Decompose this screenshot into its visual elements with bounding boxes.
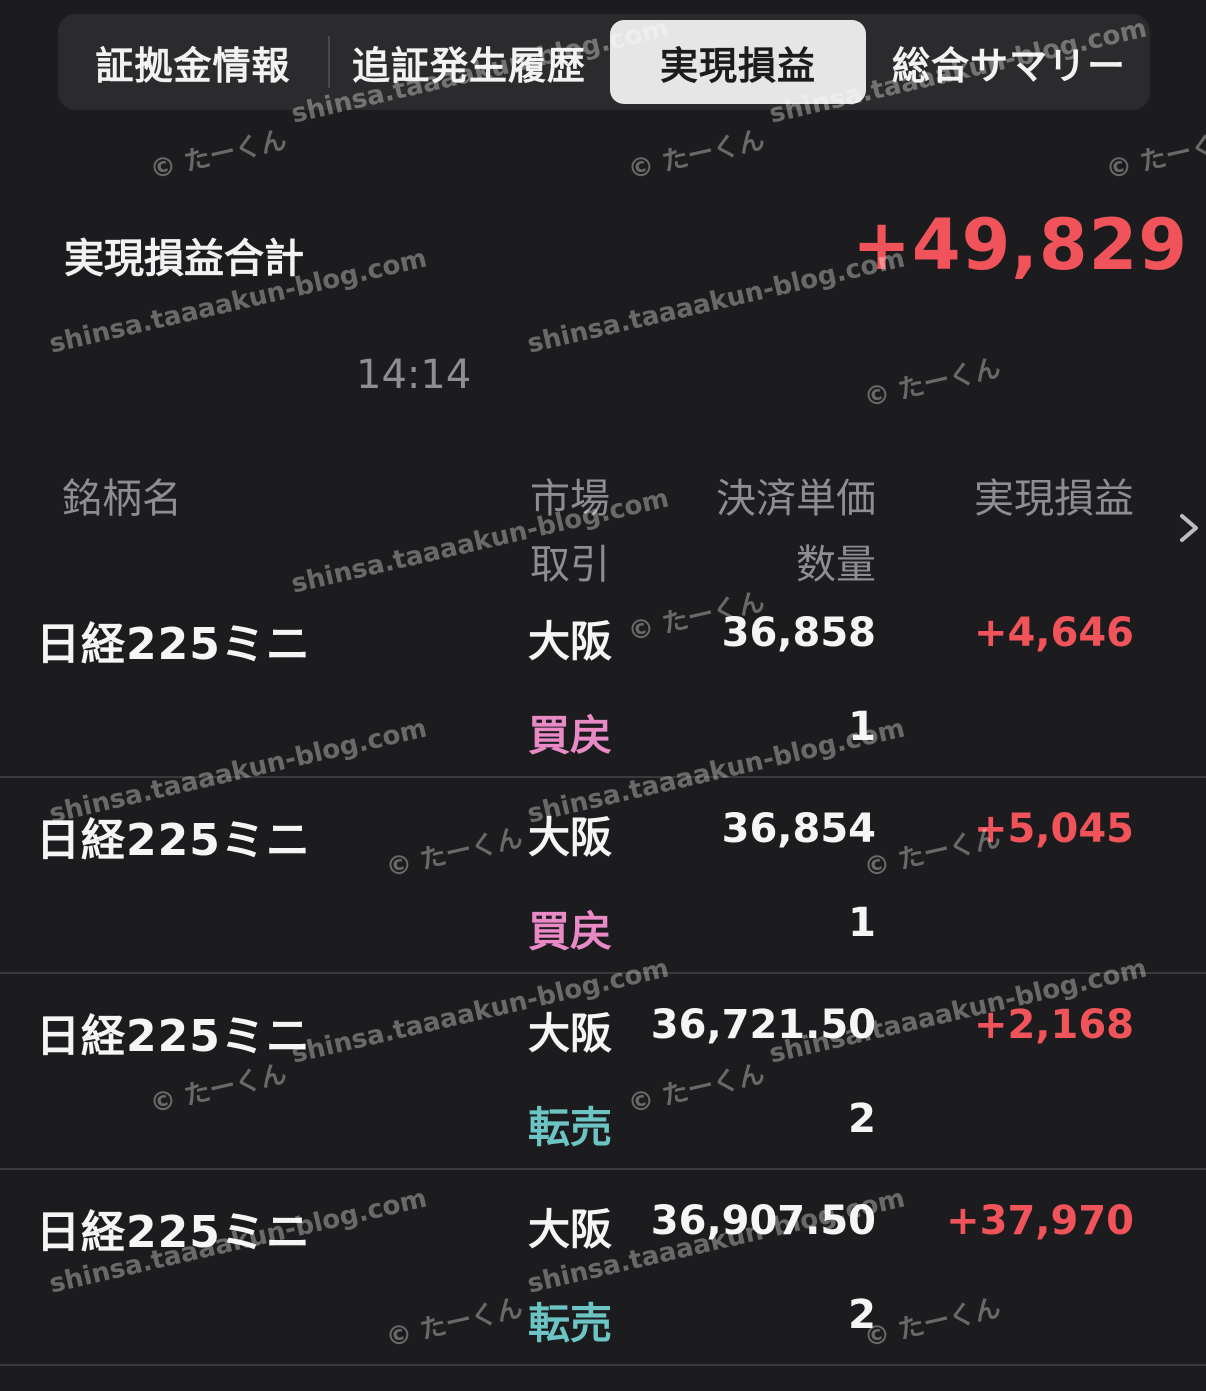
row-divider — [0, 1364, 1206, 1366]
instrument-name: 日経225ミニ — [36, 1207, 311, 1258]
market-name: 大阪 — [528, 617, 613, 666]
realized-pnl: +4,646 — [973, 610, 1134, 656]
quantity: 2 — [848, 1292, 876, 1338]
tab-overall-summary[interactable]: 総合サマリー — [868, 14, 1150, 110]
quantity: 1 — [848, 704, 876, 750]
instrument-name: 日経225ミニ — [36, 815, 311, 866]
market-name: 大阪 — [528, 1205, 613, 1254]
chevron-right-icon[interactable] — [1172, 508, 1206, 548]
tab-margin-info[interactable]: 証拠金情報 — [58, 14, 328, 110]
trade-type: 転売 — [528, 1299, 613, 1348]
market-name: 大阪 — [528, 1009, 613, 1058]
trade-type: 買戻 — [528, 907, 613, 956]
tab-realized-pnl[interactable]: 実現損益 — [610, 20, 866, 104]
realized-pnl: +37,970 — [946, 1198, 1134, 1244]
segmented-tab-bar: 証拠金情報 追証発生履歴 実現損益 総合サマリー — [58, 14, 1150, 110]
quantity: 1 — [848, 900, 876, 946]
column-header-market: 市場 — [530, 476, 610, 522]
trade-type: 買戻 — [528, 711, 613, 760]
realized-pnl: +5,045 — [973, 806, 1134, 852]
table-row[interactable]: 日経225ミニ 大阪 転売 36,907.50 2 +37,970 — [0, 1170, 1206, 1366]
settlement-price: 36,854 — [721, 806, 876, 852]
settlement-price: 36,858 — [721, 610, 876, 656]
quantity: 2 — [848, 1096, 876, 1142]
settlement-price: 36,907.50 — [650, 1198, 876, 1244]
table-row[interactable]: 日経225ミニ 大阪 転売 36,721.50 2 +2,168 — [0, 974, 1206, 1170]
column-header-pnl: 実現損益 — [974, 476, 1134, 522]
column-header-name: 銘柄名 — [62, 476, 182, 522]
market-name: 大阪 — [528, 813, 613, 862]
realized-pnl-total-label: 実現損益合計 — [64, 236, 304, 282]
trade-type: 転売 — [528, 1103, 613, 1152]
watermark-author: © たーくん — [1103, 125, 1206, 186]
instrument-name: 日経225ミニ — [36, 619, 311, 670]
watermark-text: shinsa.taaaakun-blog.com — [524, 243, 908, 360]
table-row[interactable]: 日経225ミニ 大阪 買戻 36,858 1 +4,646 — [0, 582, 1206, 778]
settlement-price: 36,721.50 — [650, 1002, 876, 1048]
table-row[interactable]: 日経225ミニ 大阪 買戻 36,854 1 +5,045 — [0, 778, 1206, 974]
watermark-author: © たーくん — [861, 353, 1004, 414]
column-header-price: 決済単価 — [716, 476, 876, 522]
tab-margin-call-history[interactable]: 追証発生履歴 — [330, 14, 608, 110]
watermark-author: © たーくん — [147, 125, 290, 186]
update-timestamp: 14:14 — [356, 352, 472, 398]
realized-pnl-total-value: +49,829 — [852, 204, 1188, 286]
watermark-author: © たーくん — [625, 125, 768, 186]
instrument-name: 日経225ミニ — [36, 1011, 311, 1062]
realized-pnl: +2,168 — [973, 1002, 1134, 1048]
